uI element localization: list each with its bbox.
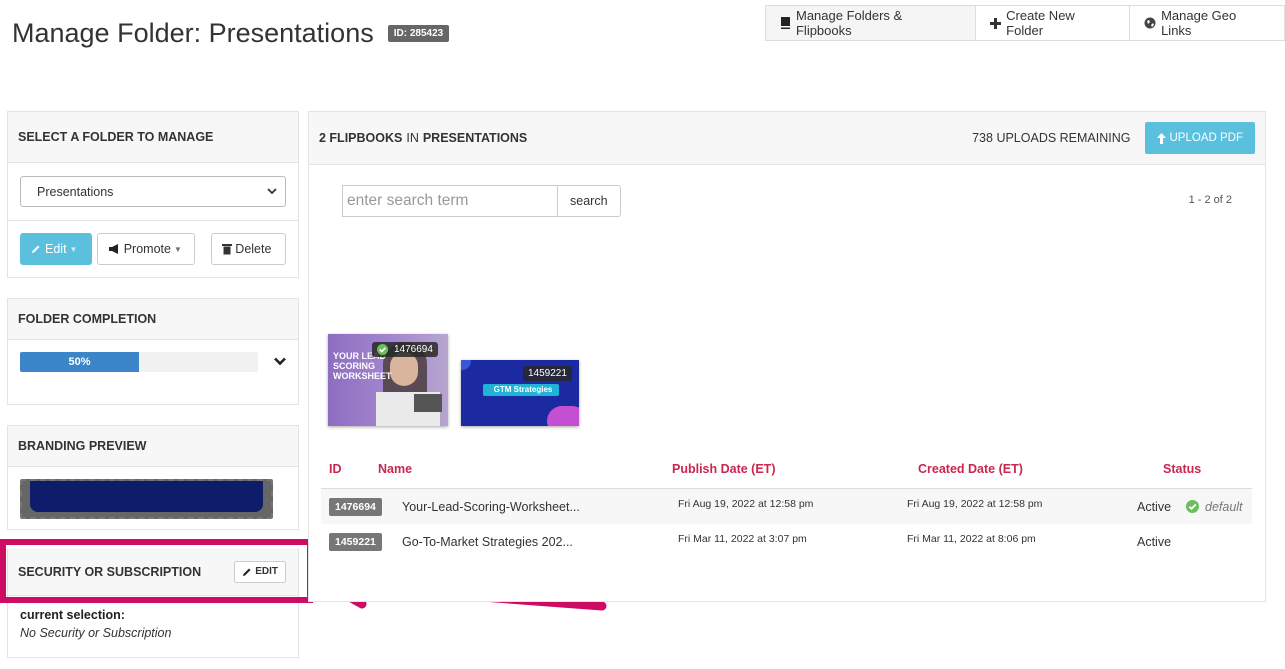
delete-folder-label: Delete (235, 242, 272, 256)
thumbnail-title-text: GTM Strategies (493, 385, 553, 394)
book-icon (780, 17, 790, 29)
publish-date: Fri Aug 19, 2022 at 12:58 pm (678, 498, 814, 510)
thumbnail-id-label: 1476694 (372, 342, 438, 357)
column-header-created[interactable]: Created Date (ET) (918, 462, 1023, 476)
edit-folder-button[interactable]: Edit ▼ (20, 233, 92, 265)
default-label: default (1205, 499, 1243, 514)
manage-folders-label: Manage Folders & Flipbooks (795, 8, 903, 38)
edit-folder-label: Edit (45, 242, 67, 256)
promote-button[interactable]: Promote ▼ (96, 233, 196, 265)
thumbnail-id-label: 1459221 (523, 366, 572, 381)
search-bar: enter search term search (342, 185, 621, 217)
check-circle-icon (1186, 500, 1199, 513)
folder-dropdown[interactable]: Presentations (20, 176, 286, 207)
folder-id-badge: ID: 285423 (387, 25, 450, 42)
flipbooks-panel-head: 2 FLIPBOOKS IN PRESENTATIONS 738 UPLOADS… (309, 112, 1265, 165)
flipbook-id-tag: 1459221 (329, 533, 382, 551)
created-date: Fri Aug 19, 2022 at 12:58 pm (907, 498, 1043, 510)
column-header-name[interactable]: Name (378, 462, 412, 476)
created-date: Fri Mar 11, 2022 at 8:06 pm (907, 533, 1036, 545)
completion-progress-fill: 50% (20, 352, 139, 372)
column-header-publish[interactable]: Publish Date (ET) (672, 462, 775, 476)
caret-down-icon: ▼ (173, 244, 182, 254)
flipbook-thumbnail[interactable]: GTM Strategies 1459221 (461, 360, 579, 426)
folder-dropdown-value: Presentations (37, 184, 114, 199)
table-row[interactable]: 1476694 Your-Lead-Scoring-Worksheet... F… (321, 488, 1252, 524)
flipbook-count: 2 FLIPBOOKS (319, 131, 403, 145)
top-button-group: Manage Folders & Flipbooks Create New Fo… (765, 5, 1285, 41)
folder-completion-title: FOLDER COMPLETION (8, 299, 298, 340)
page-title-text: Manage Folder: Presentations (12, 18, 374, 48)
promote-label: Promote (123, 242, 171, 256)
column-header-status[interactable]: Status (1163, 462, 1201, 476)
flipbook-name[interactable]: Your-Lead-Scoring-Worksheet... (402, 500, 580, 514)
search-button[interactable]: search (557, 185, 621, 217)
status-text: Active (1137, 535, 1172, 549)
plus-icon (990, 17, 1002, 29)
flipbook-folder-name: PRESENTATIONS (422, 131, 528, 145)
branding-preview-image (20, 479, 273, 519)
manage-geo-links-label: Manage Geo Links (1161, 8, 1237, 38)
uploads-remaining: 738 UPLOADS REMAINING (972, 131, 1131, 145)
current-selection-value: No Security or Subscription (20, 626, 172, 640)
manage-folders-button[interactable]: Manage Folders & Flipbooks (765, 5, 977, 41)
upload-pdf-label: UPLOAD PDF (1169, 132, 1244, 144)
annotation-highlight-box (0, 539, 313, 603)
create-folder-button[interactable]: Create New Folder (975, 5, 1131, 41)
flipbook-count-in: IN (406, 131, 419, 145)
trash-icon (222, 244, 233, 255)
chevron-down-icon (267, 188, 277, 195)
completion-progress-bar: 50% (20, 352, 258, 372)
publish-date: Fri Mar 11, 2022 at 3:07 pm (678, 533, 807, 545)
globe-icon (1144, 17, 1156, 29)
caret-down-icon: ▼ (69, 244, 78, 254)
manage-geo-links-button[interactable]: Manage Geo Links (1129, 5, 1285, 41)
folder-completion-panel: FOLDER COMPLETION 50% (7, 298, 299, 405)
branding-preview-panel: BRANDING PREVIEW (7, 425, 299, 530)
flipbook-name[interactable]: Go-To-Market Strategies 202... (402, 535, 573, 549)
folder-select-title: SELECT A FOLDER TO MANAGE (8, 112, 298, 163)
megaphone-icon (108, 244, 118, 254)
upload-pdf-button[interactable]: UPLOAD PDF (1144, 122, 1255, 154)
flipbook-thumbnail[interactable]: YOUR LEAD SCORING WORKSHEET 1476694 (328, 334, 448, 426)
pagination-info: 1 - 2 of 2 (1188, 194, 1232, 206)
folder-select-panel: SELECT A FOLDER TO MANAGE Presentations … (7, 111, 299, 278)
upload-arrow-icon (1156, 132, 1166, 144)
completion-progress-label: 50% (68, 356, 91, 368)
branding-preview-title: BRANDING PREVIEW (8, 426, 298, 467)
current-selection-label: current selection: (20, 608, 125, 622)
status-text: Active (1137, 499, 1172, 514)
search-input[interactable]: enter search term (342, 185, 557, 217)
flipbook-id-tag: 1476694 (329, 497, 382, 516)
table-row[interactable]: 1459221 Go-To-Market Strategies 202... F… (321, 524, 1252, 560)
chevron-down-icon[interactable] (274, 357, 286, 366)
page-title: Manage Folder: Presentations ID: 285423 (12, 18, 450, 49)
column-header-id[interactable]: ID (329, 462, 342, 476)
pencil-icon (32, 245, 40, 253)
create-folder-label: Create New Folder (1006, 8, 1075, 38)
flipbooks-panel: 2 FLIPBOOKS IN PRESENTATIONS 738 UPLOADS… (308, 111, 1266, 602)
check-circle-icon (377, 344, 388, 355)
folder-action-row: Edit ▼ Promote ▼ Delete (8, 220, 298, 277)
delete-folder-button[interactable]: Delete (211, 233, 286, 265)
